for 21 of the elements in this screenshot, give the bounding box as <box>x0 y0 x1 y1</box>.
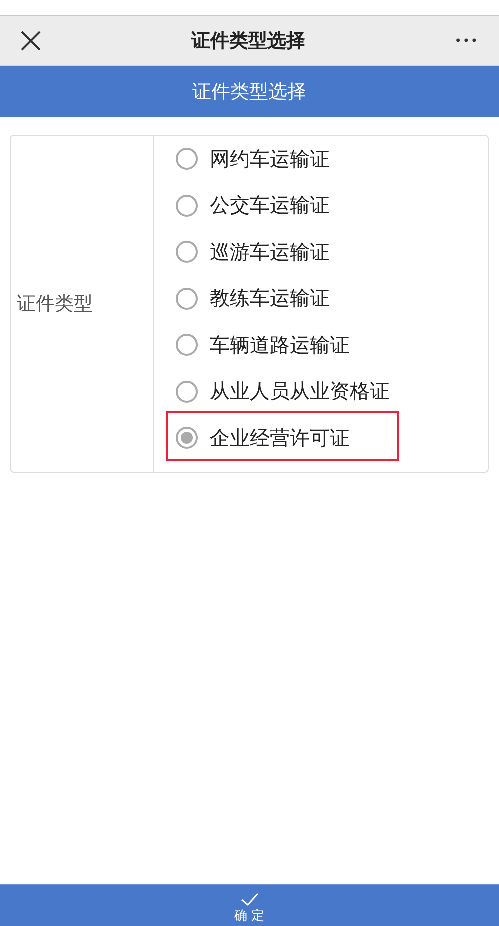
radio-button[interactable] <box>176 427 198 450</box>
option-label[interactable]: 车辆道路运输证 <box>210 332 350 359</box>
radio-button[interactable] <box>176 334 198 356</box>
option-label[interactable]: 巡游车运输证 <box>210 238 330 266</box>
radio-button[interactable] <box>176 380 198 403</box>
close-icon[interactable] <box>20 30 42 52</box>
option-label[interactable]: 从业人员从业资格证 <box>210 378 390 406</box>
option-label[interactable]: 企业经营许可证 <box>210 424 350 452</box>
radio-button[interactable] <box>176 194 198 217</box>
nav-title: 证件类型选择 <box>191 28 306 54</box>
radio-button[interactable] <box>176 288 198 310</box>
radio-button[interactable] <box>176 241 198 264</box>
more-menu[interactable]: ••• <box>454 34 479 48</box>
option-label[interactable]: 公交车运输证 <box>210 192 330 220</box>
option-label[interactable]: 教练车运输证 <box>210 285 330 312</box>
confirm-button[interactable]: 确 定 <box>234 910 265 924</box>
check-icon <box>240 893 258 907</box>
page-header-title: 证件类型选择 <box>192 80 306 104</box>
option-label[interactable]: 网约车运输证 <box>210 146 330 173</box>
field-label: 证件类型 <box>17 292 93 317</box>
radio-button[interactable] <box>176 148 198 170</box>
